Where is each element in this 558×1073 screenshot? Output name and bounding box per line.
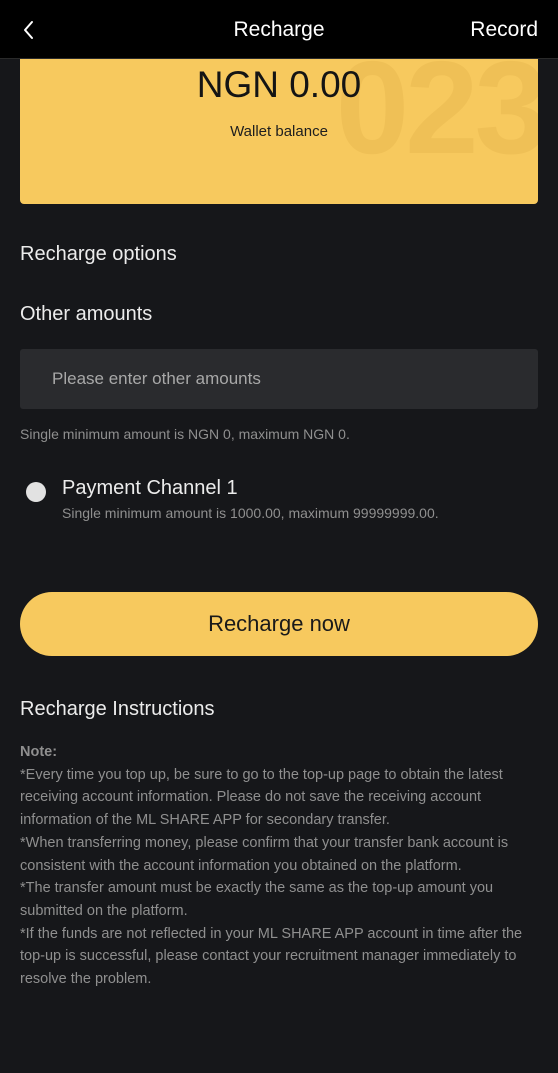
instruction-line: *The transfer amount must be exactly the… [20, 880, 494, 919]
recharge-now-button[interactable]: Recharge now [20, 592, 538, 656]
other-amounts-heading: Other amounts [20, 303, 153, 325]
payment-channel-name[interactable]: Payment Channel 1 [62, 477, 238, 500]
recharge-instructions-heading: Recharge Instructions [20, 698, 215, 720]
recharge-options-heading: Recharge options [20, 243, 177, 265]
wallet-balance-amount: NGN 0.00 [196, 64, 362, 105]
app-header: Recharge Record [0, 0, 558, 59]
wallet-balance-label: Wallet balance [230, 123, 328, 140]
instruction-line: *Every time you top up, be sure to go to… [20, 766, 503, 829]
wallet-balance-card: 023 NGN 0.00 Wallet balance [20, 50, 538, 204]
record-link[interactable]: Record [470, 18, 538, 42]
instruction-line: *When transferring money, please confirm… [20, 834, 509, 874]
payment-channel-radio[interactable] [26, 482, 46, 502]
other-amount-input[interactable] [20, 349, 538, 409]
instructions-note: Note: *Every time you top up, be sure to… [20, 741, 540, 991]
note-label: Note: [20, 744, 58, 760]
instruction-line: *If the funds are not reflected in your … [20, 925, 523, 988]
amount-limit-hint: Single minimum amount is NGN 0, maximum … [20, 426, 350, 442]
payment-channel-limit: Single minimum amount is 1000.00, maximu… [62, 505, 439, 521]
